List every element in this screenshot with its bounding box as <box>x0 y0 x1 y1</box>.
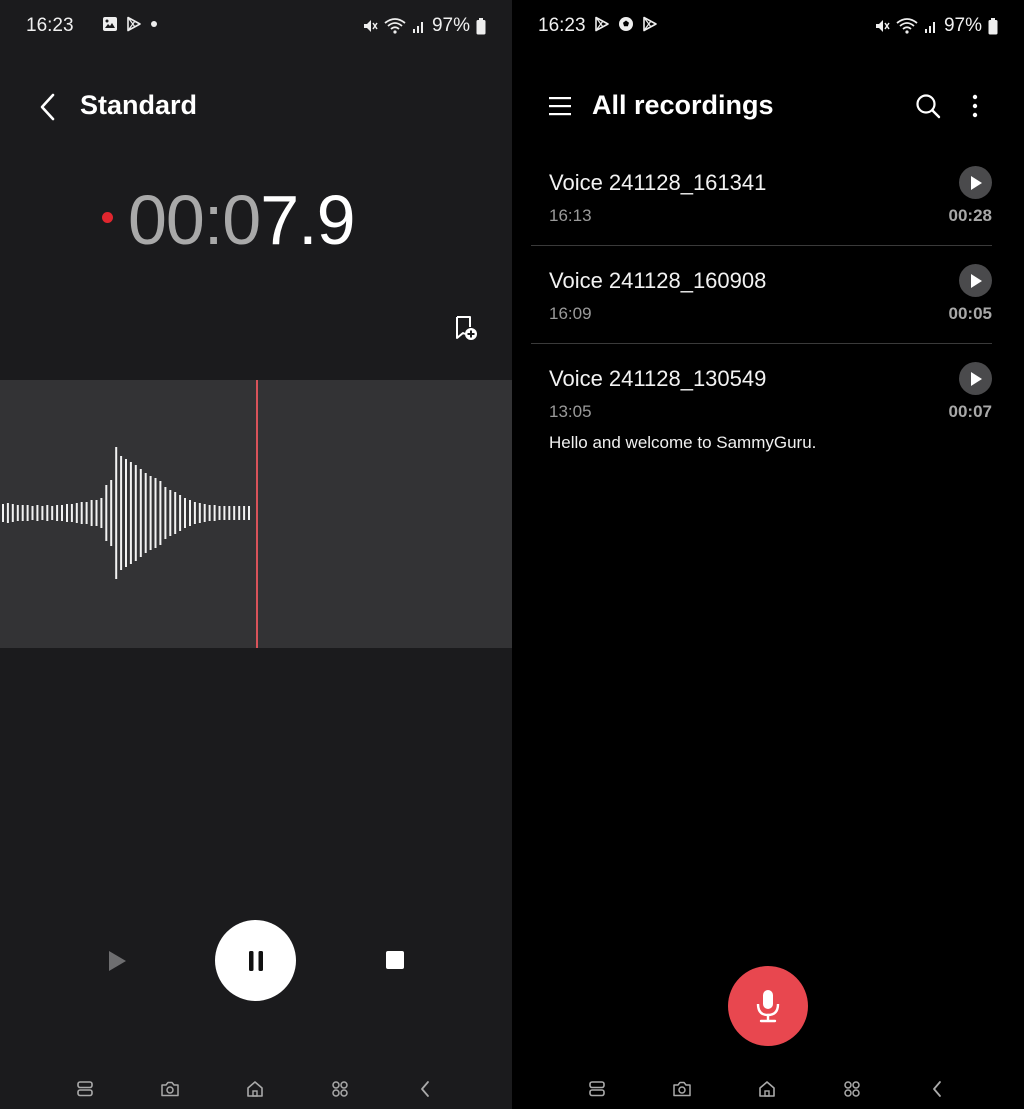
apps-grid-icon <box>331 1080 349 1098</box>
recording-name: Voice 241128_160908 <box>549 268 767 293</box>
play-icon <box>969 273 983 289</box>
timer-elapsed-dim: 00:0 <box>128 181 261 259</box>
recording-time: 16:13 <box>549 206 592 225</box>
recording-item[interactable]: Voice 241128_160908 16:09 00:05 <box>531 258 992 344</box>
more-notifications-dot-icon <box>150 20 158 28</box>
wifi-icon <box>384 18 406 34</box>
notification-icons <box>102 16 158 32</box>
status-bar: 16:23 97% <box>0 0 512 52</box>
home-button[interactable] <box>243 1077 267 1101</box>
recording-duration: 00:07 <box>948 402 992 421</box>
recording-item[interactable]: Voice 241128_130549 13:05 00:07 Hello an… <box>531 356 992 466</box>
mute-icon <box>362 18 378 34</box>
stop-button[interactable] <box>378 943 412 977</box>
recording-play-button[interactable] <box>959 264 992 297</box>
pause-button[interactable] <box>215 920 296 1001</box>
camera-button[interactable] <box>158 1077 182 1101</box>
page-title: Standard <box>80 90 198 120</box>
system-status: 97% <box>362 15 486 37</box>
system-status: 97% <box>874 15 998 37</box>
play-icon <box>969 175 983 191</box>
list-divider <box>531 343 992 344</box>
apps-button[interactable] <box>840 1077 864 1101</box>
add-bookmark-button[interactable] <box>450 312 482 344</box>
play-icon <box>107 950 127 972</box>
camera-button[interactable] <box>670 1077 694 1101</box>
apps-grid-icon <box>843 1080 861 1098</box>
recording-indicator <box>102 212 113 223</box>
wifi-icon <box>896 18 918 34</box>
chevron-left-icon <box>38 92 58 122</box>
navigation-bar <box>0 1069 512 1109</box>
signal-icon <box>412 18 426 34</box>
battery-percent: 97% <box>943 15 982 36</box>
menu-button[interactable] <box>546 92 574 120</box>
back-chevron-icon <box>931 1080 943 1098</box>
back-chevron-icon <box>419 1080 431 1098</box>
status-bar: 16:23 97% <box>512 0 1024 52</box>
home-button[interactable] <box>755 1077 779 1101</box>
recording-name: Voice 241128_161341 <box>549 170 767 195</box>
back-button[interactable] <box>30 88 66 126</box>
bookmark-add-icon <box>452 314 480 342</box>
recents-icon <box>76 1081 94 1097</box>
recording-transcript: Hello and welcome to SammyGuru. <box>549 433 817 452</box>
play-icon <box>969 371 983 387</box>
search-button[interactable] <box>912 90 944 122</box>
recordings-list-screen: 16:23 97% All recordings Voice 241128_16… <box>512 0 1024 1109</box>
timer-elapsed-bright: 7.9 <box>260 181 355 259</box>
recording-timer: 00:07.9 <box>128 180 356 260</box>
recording-name: Voice 241128_130549 <box>549 366 767 391</box>
battery-percent: 97% <box>431 15 470 36</box>
mute-icon <box>874 18 890 34</box>
battery-icon <box>988 17 998 35</box>
pause-icon <box>246 950 266 972</box>
gallery-icon <box>102 16 118 32</box>
signal-icon <box>924 18 938 34</box>
play-store-icon <box>642 16 658 32</box>
page-title: All recordings <box>592 90 774 120</box>
system-back-button[interactable] <box>413 1077 437 1101</box>
notification-icons <box>594 16 658 32</box>
more-options-button[interactable] <box>964 90 986 122</box>
recording-play-button[interactable] <box>959 362 992 395</box>
recorder-screen: 16:23 97% Standard 00:07.9 <box>0 0 512 1109</box>
list-divider <box>531 245 992 246</box>
recording-play-button[interactable] <box>959 166 992 199</box>
playhead-line <box>256 380 258 648</box>
status-time: 16:23 <box>26 15 74 36</box>
more-vertical-icon <box>972 94 978 118</box>
navigation-bar <box>512 1069 1024 1109</box>
play-button[interactable] <box>100 944 134 978</box>
stop-icon <box>385 950 405 970</box>
waveform-view[interactable] <box>0 380 512 648</box>
record-button[interactable] <box>728 966 808 1046</box>
hamburger-menu-icon <box>548 96 572 116</box>
recording-item[interactable]: Voice 241128_161341 16:13 00:28 <box>531 160 992 246</box>
recents-button[interactable] <box>73 1077 97 1101</box>
apps-button[interactable] <box>328 1077 352 1101</box>
play-store-icon <box>126 16 142 32</box>
camera-icon <box>673 1081 691 1097</box>
home-icon <box>758 1080 776 1098</box>
recents-icon <box>588 1081 606 1097</box>
play-store-icon <box>594 16 610 32</box>
recording-time: 16:09 <box>549 304 592 323</box>
recording-time: 13:05 <box>549 402 592 421</box>
status-time: 16:23 <box>538 15 586 36</box>
microphone-icon <box>754 989 782 1023</box>
search-icon <box>915 93 941 119</box>
recording-duration: 00:05 <box>948 304 992 323</box>
battery-icon <box>476 17 486 35</box>
soccer-ball-icon <box>618 16 634 32</box>
home-icon <box>246 1080 264 1098</box>
recents-button[interactable] <box>585 1077 609 1101</box>
camera-icon <box>161 1081 179 1097</box>
system-back-button[interactable] <box>925 1077 949 1101</box>
recording-duration: 00:28 <box>948 206 992 225</box>
